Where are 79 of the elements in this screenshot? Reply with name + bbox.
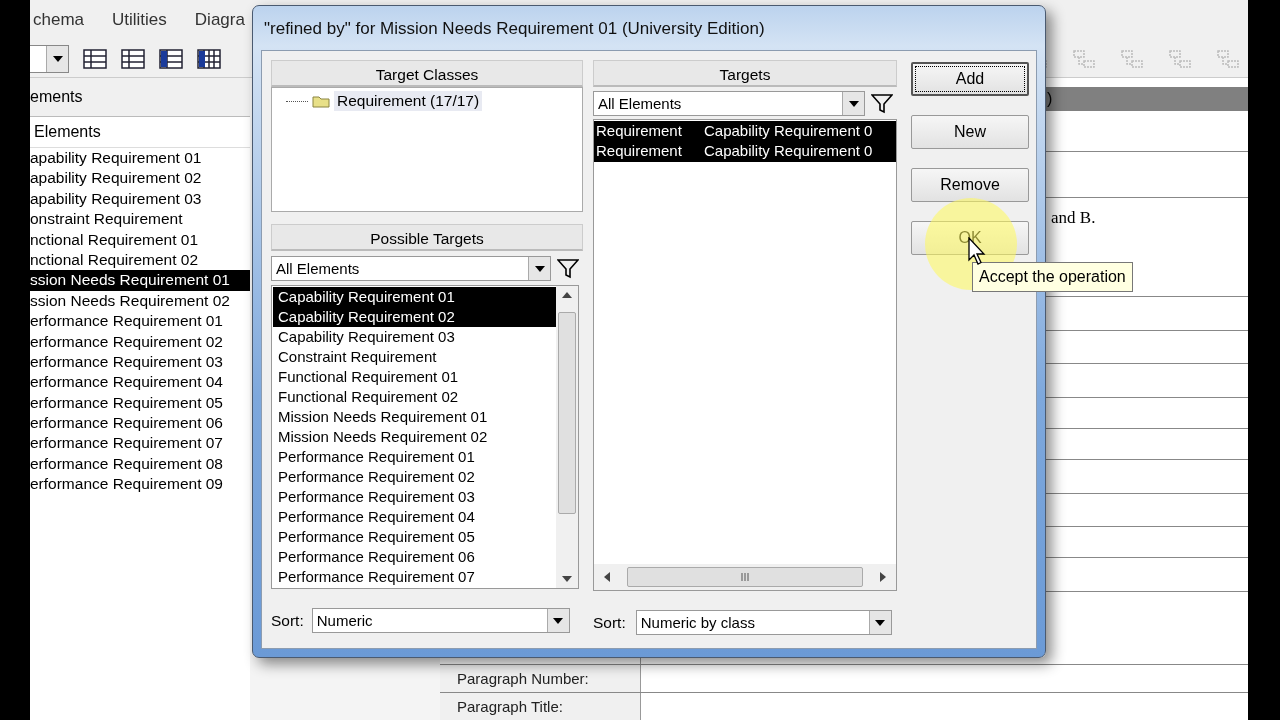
element-item[interactable]: erformance Requirement 04 — [30, 372, 250, 393]
element-item[interactable]: ssion Needs Requirement 01 — [30, 270, 250, 291]
grip-icon — [740, 573, 750, 581]
element-item[interactable]: apability Requirement 03 — [30, 188, 250, 210]
list-view-icon[interactable] — [197, 48, 221, 69]
list-item[interactable]: Performance Requirement 04 — [273, 507, 556, 527]
target-row[interactable]: Requirement Capability Requirement 0 — [594, 121, 896, 142]
element-item[interactable]: erformance Requirement 06 — [30, 413, 250, 434]
column-header: Targets — [593, 60, 897, 87]
column-header: Target Classes — [271, 60, 583, 87]
list-view-icon[interactable] — [83, 48, 107, 69]
dialog-button[interactable]: Remove — [911, 168, 1029, 202]
column-header: Possible Targets — [271, 224, 583, 251]
filter-icon[interactable] — [871, 93, 893, 114]
scrollbar[interactable] — [594, 564, 896, 590]
element-item[interactable]: onstraint Requirement — [30, 209, 250, 230]
field-label: Paragraph Title: — [456, 698, 564, 715]
sort-label: Sort: — [271, 611, 304, 630]
sort-dropdown[interactable]: Numeric — [311, 608, 570, 633]
element-item[interactable]: nctional Requirement 01 — [30, 229, 250, 250]
scroll-right-icon[interactable] — [880, 572, 886, 582]
caret-icon — [534, 265, 545, 272]
menu-item[interactable]: chema — [33, 10, 85, 30]
element-item[interactable]: erformance Requirement 09 — [30, 474, 250, 495]
filter-dropdown[interactable]: All Elements — [593, 91, 865, 116]
scroll-down-icon[interactable] — [562, 576, 572, 582]
element-item[interactable]: erformance Requirement 02 — [30, 331, 250, 352]
dialog-button[interactable]: New — [911, 115, 1029, 149]
scroll-left-icon[interactable] — [604, 572, 610, 582]
header-text: ) — [1047, 90, 1053, 107]
filter-dropdown[interactable]: All Elements — [271, 256, 551, 281]
caret-icon — [553, 617, 564, 624]
menu-item[interactable]: Diagra — [194, 10, 245, 30]
menu-item[interactable]: Utilities — [112, 10, 167, 30]
list-view-icon[interactable] — [159, 48, 183, 69]
folder-icon — [312, 94, 330, 108]
list-item[interactable]: Capability Requirement 02 — [273, 307, 556, 327]
list-item[interactable]: Mission Needs Requirement 02 — [273, 427, 556, 447]
list-item[interactable]: Functional Requirement 01 — [273, 367, 556, 387]
element-item[interactable]: erformance Requirement 05 — [30, 392, 250, 414]
caret-icon — [848, 100, 859, 107]
input-field[interactable] — [640, 665, 1248, 692]
list-item[interactable]: Performance Requirement 03 — [273, 487, 556, 507]
scroll-up-icon[interactable] — [562, 292, 572, 298]
window-title: "refined by" for Mission Needs Requirement 01 (University Edition) — [263, 18, 766, 40]
list-item[interactable]: Constraint Requirement — [273, 347, 556, 367]
filter-icon[interactable] — [557, 258, 579, 279]
list-item[interactable]: Performance Requirement 02 — [273, 467, 556, 487]
list-item[interactable]: Performance Requirement 06 — [273, 547, 556, 567]
caret-icon — [875, 619, 886, 626]
list-item[interactable]: Mission Needs Requirement 01 — [273, 407, 556, 427]
scrollbar[interactable] — [556, 286, 578, 588]
tree-item[interactable]: Requirement (17/17) — [334, 91, 483, 111]
tooltip: Accept the operation — [972, 262, 1133, 292]
panel-header: ements — [30, 78, 250, 117]
element-item[interactable]: erformance Requirement 03 — [30, 351, 250, 373]
element-item[interactable]: nctional Requirement 02 — [30, 249, 250, 271]
input-field[interactable] — [640, 693, 1248, 720]
element-item[interactable]: apability Requirement 02 — [30, 168, 250, 189]
list-view-icon[interactable] — [121, 48, 145, 69]
sort-dropdown[interactable]: Numeric by class — [635, 610, 892, 635]
list-item[interactable]: Performance Requirement 07 — [273, 567, 556, 587]
caret-icon — [52, 55, 63, 62]
target-row[interactable]: Requirement Capability Requirement 0 — [594, 141, 896, 162]
list-item[interactable]: Performance Requirement 05 — [273, 527, 556, 547]
element-item[interactable]: erformance Requirement 01 — [30, 311, 250, 332]
field-label: Paragraph Number: — [456, 670, 590, 687]
dialog-button[interactable]: Add — [911, 62, 1029, 96]
dropdown[interactable] — [30, 44, 69, 73]
list-item[interactable]: Performance Requirement 01 — [273, 447, 556, 467]
description-text: and B. — [1051, 208, 1096, 228]
element-item[interactable]: erformance Requirement 08 — [30, 453, 250, 475]
element-item[interactable]: erformance Requirement 07 — [30, 433, 250, 454]
element-item[interactable]: apability Requirement 01 — [30, 148, 250, 169]
list-item[interactable]: Functional Requirement 02 — [273, 387, 556, 407]
list-item[interactable]: Capability Requirement 01 — [273, 287, 556, 307]
element-item[interactable]: ssion Needs Requirement 02 — [30, 290, 250, 312]
list-item[interactable]: Capability Requirement 03 — [273, 327, 556, 347]
sort-label: Sort: — [593, 613, 626, 632]
